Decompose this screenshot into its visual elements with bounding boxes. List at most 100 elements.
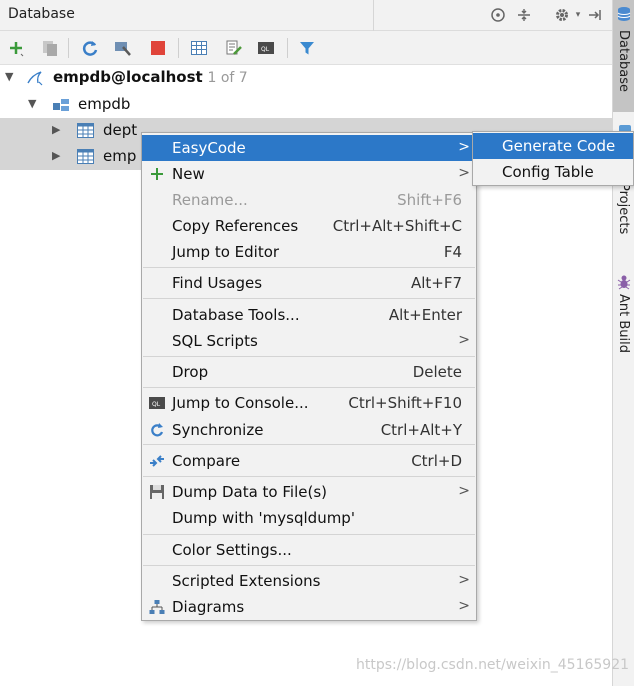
database-tab-icon [616, 6, 632, 26]
plus-icon [148, 165, 166, 183]
menu-item-shortcut: Alt+F7 [410, 274, 462, 292]
gear-dropdown-icon[interactable]: ▾ [569, 6, 587, 24]
menu-item-copy-references[interactable]: Copy References Ctrl+Alt+Shift+C [142, 213, 476, 239]
tool-window-strip: Database Projects Ant Build [612, 0, 634, 686]
menu-item-rename[interactable]: Rename... Shift+F6 [142, 187, 476, 213]
menu-item-label: Jump to Editor [172, 243, 280, 261]
panel-header: Database ▾ [0, 0, 612, 31]
expand-arrow-icon[interactable]: ▼ [28, 97, 36, 110]
menu-item-label: Jump to Console... [172, 394, 309, 412]
mysql-datasource-icon [26, 69, 44, 86]
context-menu: EasyCode > New > Rename... Shift+F6 Copy… [141, 132, 477, 621]
menu-item-label: Rename... [172, 191, 248, 209]
menu-item-label: Scripted Extensions [172, 572, 321, 590]
svg-text:QL: QL [152, 401, 161, 408]
menu-separator [143, 356, 475, 357]
menu-item-scripted-extensions[interactable]: Scripted Extensions > [142, 568, 476, 594]
submenu-arrow-icon: > [458, 572, 470, 588]
stop-icon[interactable] [148, 38, 168, 58]
expand-arrow-icon[interactable]: ▶ [52, 123, 60, 136]
tree-row-schema[interactable]: ▼ empdb [0, 92, 612, 118]
menu-separator [143, 565, 475, 566]
submenu-item-label: Config Table [502, 163, 594, 181]
menu-item-dump-mysqldump[interactable]: Dump with 'mysqldump' [142, 505, 476, 531]
menu-item-compare[interactable]: Compare Ctrl+D [142, 448, 476, 474]
menu-item-drop[interactable]: Drop Delete [142, 359, 476, 385]
watermark: https://blog.csdn.net/weixin_45165921 [356, 657, 630, 673]
filter-icon[interactable] [297, 38, 317, 58]
menu-item-label: Color Settings... [172, 541, 292, 559]
menu-item-sql-scripts[interactable]: SQL Scripts > [142, 328, 476, 354]
datasource-label: empdb@localhost [53, 68, 203, 86]
menu-item-label: Drop [172, 363, 209, 381]
menu-item-color-settings[interactable]: Color Settings... [142, 537, 476, 563]
submenu-arrow-icon: > [458, 139, 470, 155]
table-icon [77, 122, 95, 139]
add-icon[interactable] [6, 38, 26, 58]
submenu-item-label: Generate Code [502, 137, 616, 155]
menu-item-shortcut: F4 [443, 243, 462, 261]
menu-item-shortcut: Delete [412, 363, 462, 381]
toolbar-divider [287, 38, 288, 58]
submenu-arrow-icon: > [458, 483, 470, 499]
console-icon[interactable]: QL [256, 38, 276, 58]
table-icon [77, 148, 95, 165]
save-icon [148, 483, 166, 501]
console-icon: QL [148, 394, 166, 412]
menu-item-jump-to-console[interactable]: QL Jump to Console... Ctrl+Shift+F10 [142, 390, 476, 416]
table-icon[interactable] [189, 38, 209, 58]
menu-item-shortcut: Alt+Enter [388, 306, 462, 324]
tools-icon[interactable] [113, 38, 133, 58]
hide-icon[interactable] [586, 6, 604, 24]
menu-separator [143, 267, 475, 268]
refresh-icon[interactable] [80, 38, 100, 58]
menu-separator [143, 298, 475, 299]
database-tab[interactable]: Database [613, 0, 634, 112]
datasource-count: 1 of 7 [207, 70, 248, 86]
menu-separator [143, 444, 475, 445]
ant-icon [617, 274, 631, 294]
header-divider [373, 0, 374, 31]
menu-item-shortcut: Shift+F6 [397, 191, 462, 209]
refresh-icon [148, 421, 166, 439]
submenu-item-generate-code[interactable]: Generate Code [473, 133, 633, 159]
menu-item-synchronize[interactable]: Synchronize Ctrl+Alt+Y [142, 417, 476, 443]
menu-item-label: Diagrams [172, 598, 245, 616]
expand-arrow-icon[interactable]: ▼ [5, 70, 13, 83]
menu-item-easycode[interactable]: EasyCode > [142, 135, 476, 161]
submenu-arrow-icon: > [458, 332, 470, 348]
menu-separator [143, 387, 475, 388]
toolbar-divider [68, 38, 69, 58]
schema-label: empdb [78, 95, 131, 113]
submenu-arrow-icon: > [458, 598, 470, 614]
submenu-item-config-table[interactable]: Config Table [473, 159, 633, 185]
crosshair-icon[interactable] [489, 6, 507, 24]
collapse-icon[interactable] [515, 6, 533, 24]
menu-separator [143, 534, 475, 535]
ant-build-tab-label[interactable]: Ant Build [616, 294, 631, 353]
panel-title: Database [8, 6, 75, 22]
menu-item-label: Copy References [172, 217, 299, 235]
menu-item-jump-to-editor[interactable]: Jump to Editor F4 [142, 239, 476, 265]
projects-tab-label[interactable]: Projects [616, 183, 631, 234]
menu-item-new[interactable]: New > [142, 161, 476, 187]
menu-separator [143, 476, 475, 477]
diagram-icon [148, 598, 166, 616]
easycode-submenu: Generate Code Config Table [472, 131, 634, 186]
menu-item-database-tools[interactable]: Database Tools... Alt+Enter [142, 302, 476, 328]
menu-item-label: New [172, 165, 205, 183]
menu-item-label: Compare [172, 452, 241, 470]
database-tab-label: Database [616, 30, 631, 93]
expand-arrow-icon[interactable]: ▶ [52, 149, 60, 162]
menu-item-dump-data[interactable]: Dump Data to File(s) > [142, 479, 476, 505]
table-label: emp [103, 147, 137, 165]
menu-item-shortcut: Ctrl+Alt+Y [380, 421, 462, 439]
menu-item-diagrams[interactable]: Diagrams > [142, 594, 476, 620]
menu-item-label: Find Usages [172, 274, 263, 292]
menu-item-find-usages[interactable]: Find Usages Alt+F7 [142, 270, 476, 296]
menu-item-label: Dump Data to File(s) [172, 483, 327, 501]
copy-icon[interactable] [40, 38, 60, 58]
edit-icon[interactable] [224, 38, 244, 58]
tree-row-datasource[interactable]: ▼ empdb@localhost 1 of 7 [0, 65, 612, 91]
menu-item-shortcut: Ctrl+Alt+Shift+C [332, 217, 462, 235]
